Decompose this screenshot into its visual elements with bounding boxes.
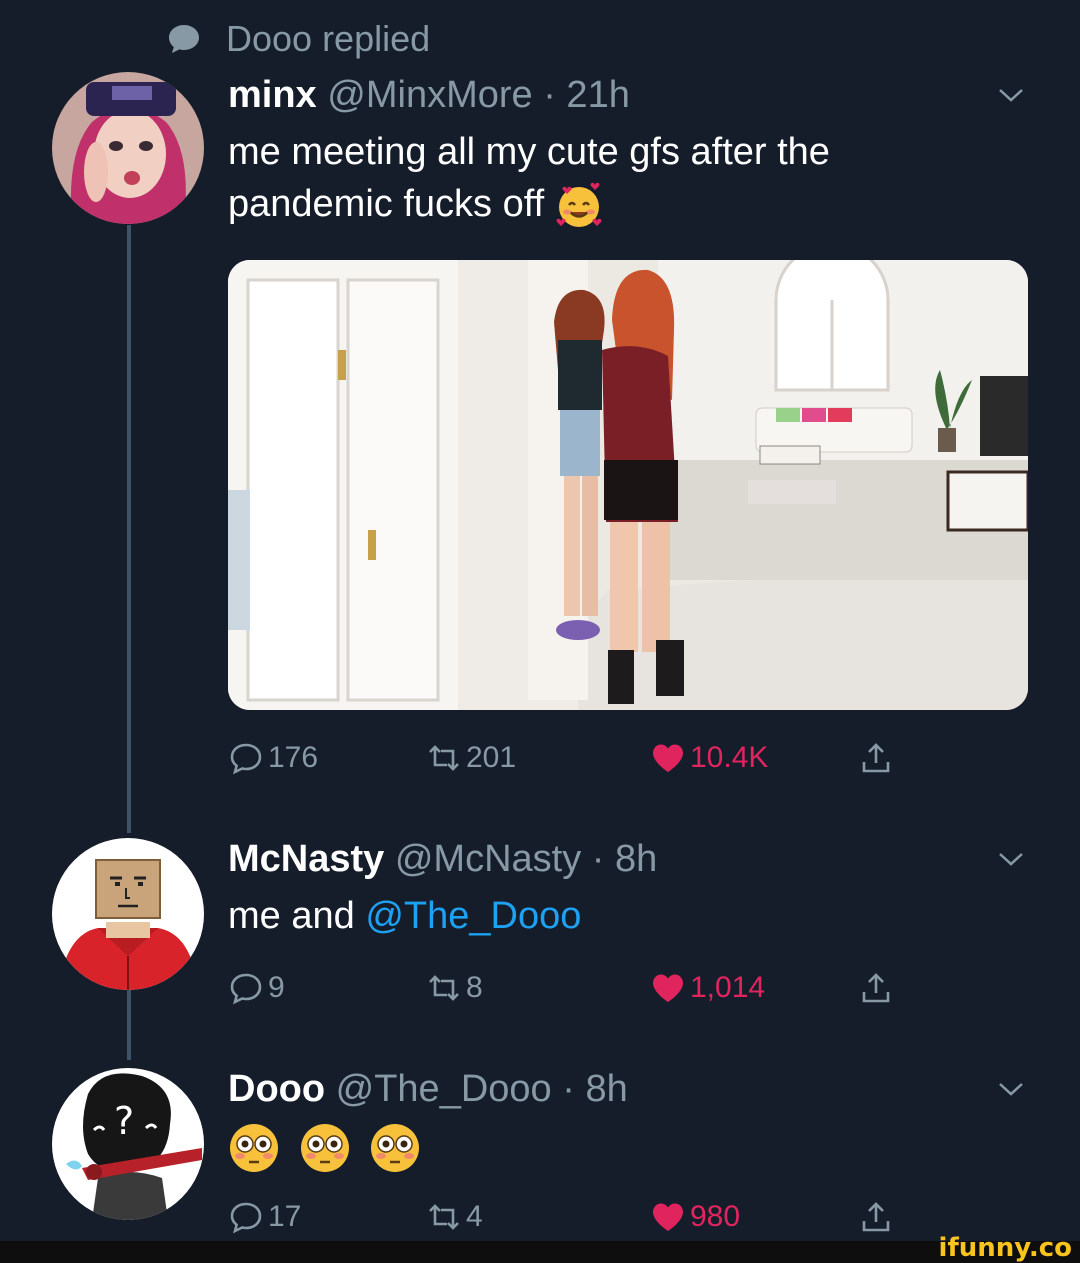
like-count: 980 bbox=[690, 1200, 741, 1233]
reply-button[interactable]: 17 bbox=[228, 1192, 301, 1242]
tweet-minx[interactable]: minx @MinxMore · 21h me meeting all my c… bbox=[228, 72, 1020, 230]
like-button[interactable]: 1,014 bbox=[650, 963, 765, 1013]
flushed-face-icon bbox=[230, 1123, 278, 1172]
tweet-actions-minx: 176 201 10.4K bbox=[228, 733, 908, 783]
tweet-text: me and @The_Dooo bbox=[228, 895, 582, 937]
tweet-text: me meeting all my cute gfs after the pan… bbox=[228, 126, 968, 230]
retweet-icon bbox=[429, 745, 459, 771]
retweet-button[interactable]: 201 bbox=[426, 733, 516, 783]
tweet-media-photo[interactable] bbox=[228, 260, 1028, 710]
display-name[interactable]: Dooo bbox=[228, 1068, 325, 1110]
smiling-face-with-hearts-icon bbox=[556, 182, 602, 227]
avatar-dooo[interactable]: ? bbox=[52, 1068, 204, 1220]
reply-icon bbox=[230, 973, 262, 1005]
reply-context: Dooo replied bbox=[166, 18, 430, 60]
tweet-actions-dooo: 17 4 980 bbox=[228, 1192, 908, 1242]
tweet-header: McNasty @McNasty · 8h bbox=[228, 836, 1020, 882]
chevron-down-icon[interactable] bbox=[996, 844, 1026, 874]
like-button[interactable]: 10.4K bbox=[650, 733, 768, 783]
tweet-header: Dooo @The_Dooo · 8h bbox=[228, 1066, 1020, 1112]
tweet-actions-mcnasty: 9 8 1,014 bbox=[228, 963, 908, 1013]
reply-context-text: Dooo replied bbox=[226, 18, 431, 59]
speech-bubble-icon bbox=[169, 25, 199, 53]
share-icon bbox=[862, 743, 890, 773]
heart-icon bbox=[653, 974, 683, 1002]
like-count: 1,014 bbox=[690, 971, 766, 1004]
chevron-down-icon[interactable] bbox=[996, 1074, 1026, 1104]
retweet-icon bbox=[429, 975, 459, 1001]
timestamp[interactable]: · 21h bbox=[543, 74, 630, 116]
reply-icon bbox=[230, 743, 262, 775]
thread-line-1 bbox=[127, 225, 131, 833]
chevron-down-icon[interactable] bbox=[996, 80, 1026, 110]
tweet-dooo[interactable]: Dooo @The_Dooo · 8h bbox=[228, 1066, 1020, 1176]
flushed-face-icon bbox=[300, 1123, 349, 1172]
reply-count: 176 bbox=[268, 741, 319, 774]
avatar-mcnasty[interactable] bbox=[52, 838, 204, 990]
retweet-count: 201 bbox=[466, 741, 517, 774]
tweet-header: minx @MinxMore · 21h bbox=[228, 72, 1020, 118]
retweet-count: 8 bbox=[466, 971, 483, 1004]
share-icon bbox=[862, 973, 890, 1003]
reply-icon bbox=[230, 1202, 262, 1234]
flushed-face-icon bbox=[371, 1123, 420, 1172]
share-button[interactable] bbox=[858, 1192, 898, 1242]
thread-line-2 bbox=[127, 990, 131, 1060]
svg-text:?: ? bbox=[114, 1099, 134, 1143]
heart-icon bbox=[653, 1203, 683, 1231]
like-count: 10.4K bbox=[690, 741, 769, 774]
watermark-bar bbox=[0, 1241, 1080, 1263]
timestamp[interactable]: · 8h bbox=[592, 838, 657, 880]
mention-link[interactable]: @The_Dooo bbox=[365, 895, 581, 937]
retweet-button[interactable]: 8 bbox=[426, 963, 483, 1013]
display-name[interactable]: McNasty bbox=[228, 838, 384, 880]
timestamp[interactable]: · 8h bbox=[562, 1068, 627, 1110]
user-handle[interactable]: @The_Dooo bbox=[336, 1068, 552, 1110]
retweet-icon bbox=[429, 1204, 459, 1230]
reply-button[interactable]: 9 bbox=[228, 963, 285, 1013]
tweet-mcnasty[interactable]: McNasty @McNasty · 8h me and @The_Dooo bbox=[228, 836, 1020, 942]
ifunny-watermark: ifunny.co bbox=[938, 1233, 1072, 1263]
retweet-count: 4 bbox=[466, 1200, 483, 1233]
reply-count: 17 bbox=[268, 1200, 302, 1233]
user-handle[interactable]: @MinxMore bbox=[327, 74, 532, 116]
reply-count: 9 bbox=[268, 971, 285, 1004]
reply-button[interactable]: 176 bbox=[228, 733, 318, 783]
share-icon bbox=[862, 1202, 890, 1232]
share-button[interactable] bbox=[858, 963, 898, 1013]
avatar-minx[interactable] bbox=[52, 72, 204, 224]
photo-illustration bbox=[228, 260, 1028, 710]
retweet-button[interactable]: 4 bbox=[426, 1192, 483, 1242]
tweet-text bbox=[228, 1120, 1020, 1176]
display-name[interactable]: minx bbox=[228, 74, 317, 116]
user-handle[interactable]: @McNasty bbox=[395, 838, 581, 880]
like-button[interactable]: 980 bbox=[650, 1192, 740, 1242]
heart-icon bbox=[653, 744, 683, 772]
share-button[interactable] bbox=[858, 733, 898, 783]
